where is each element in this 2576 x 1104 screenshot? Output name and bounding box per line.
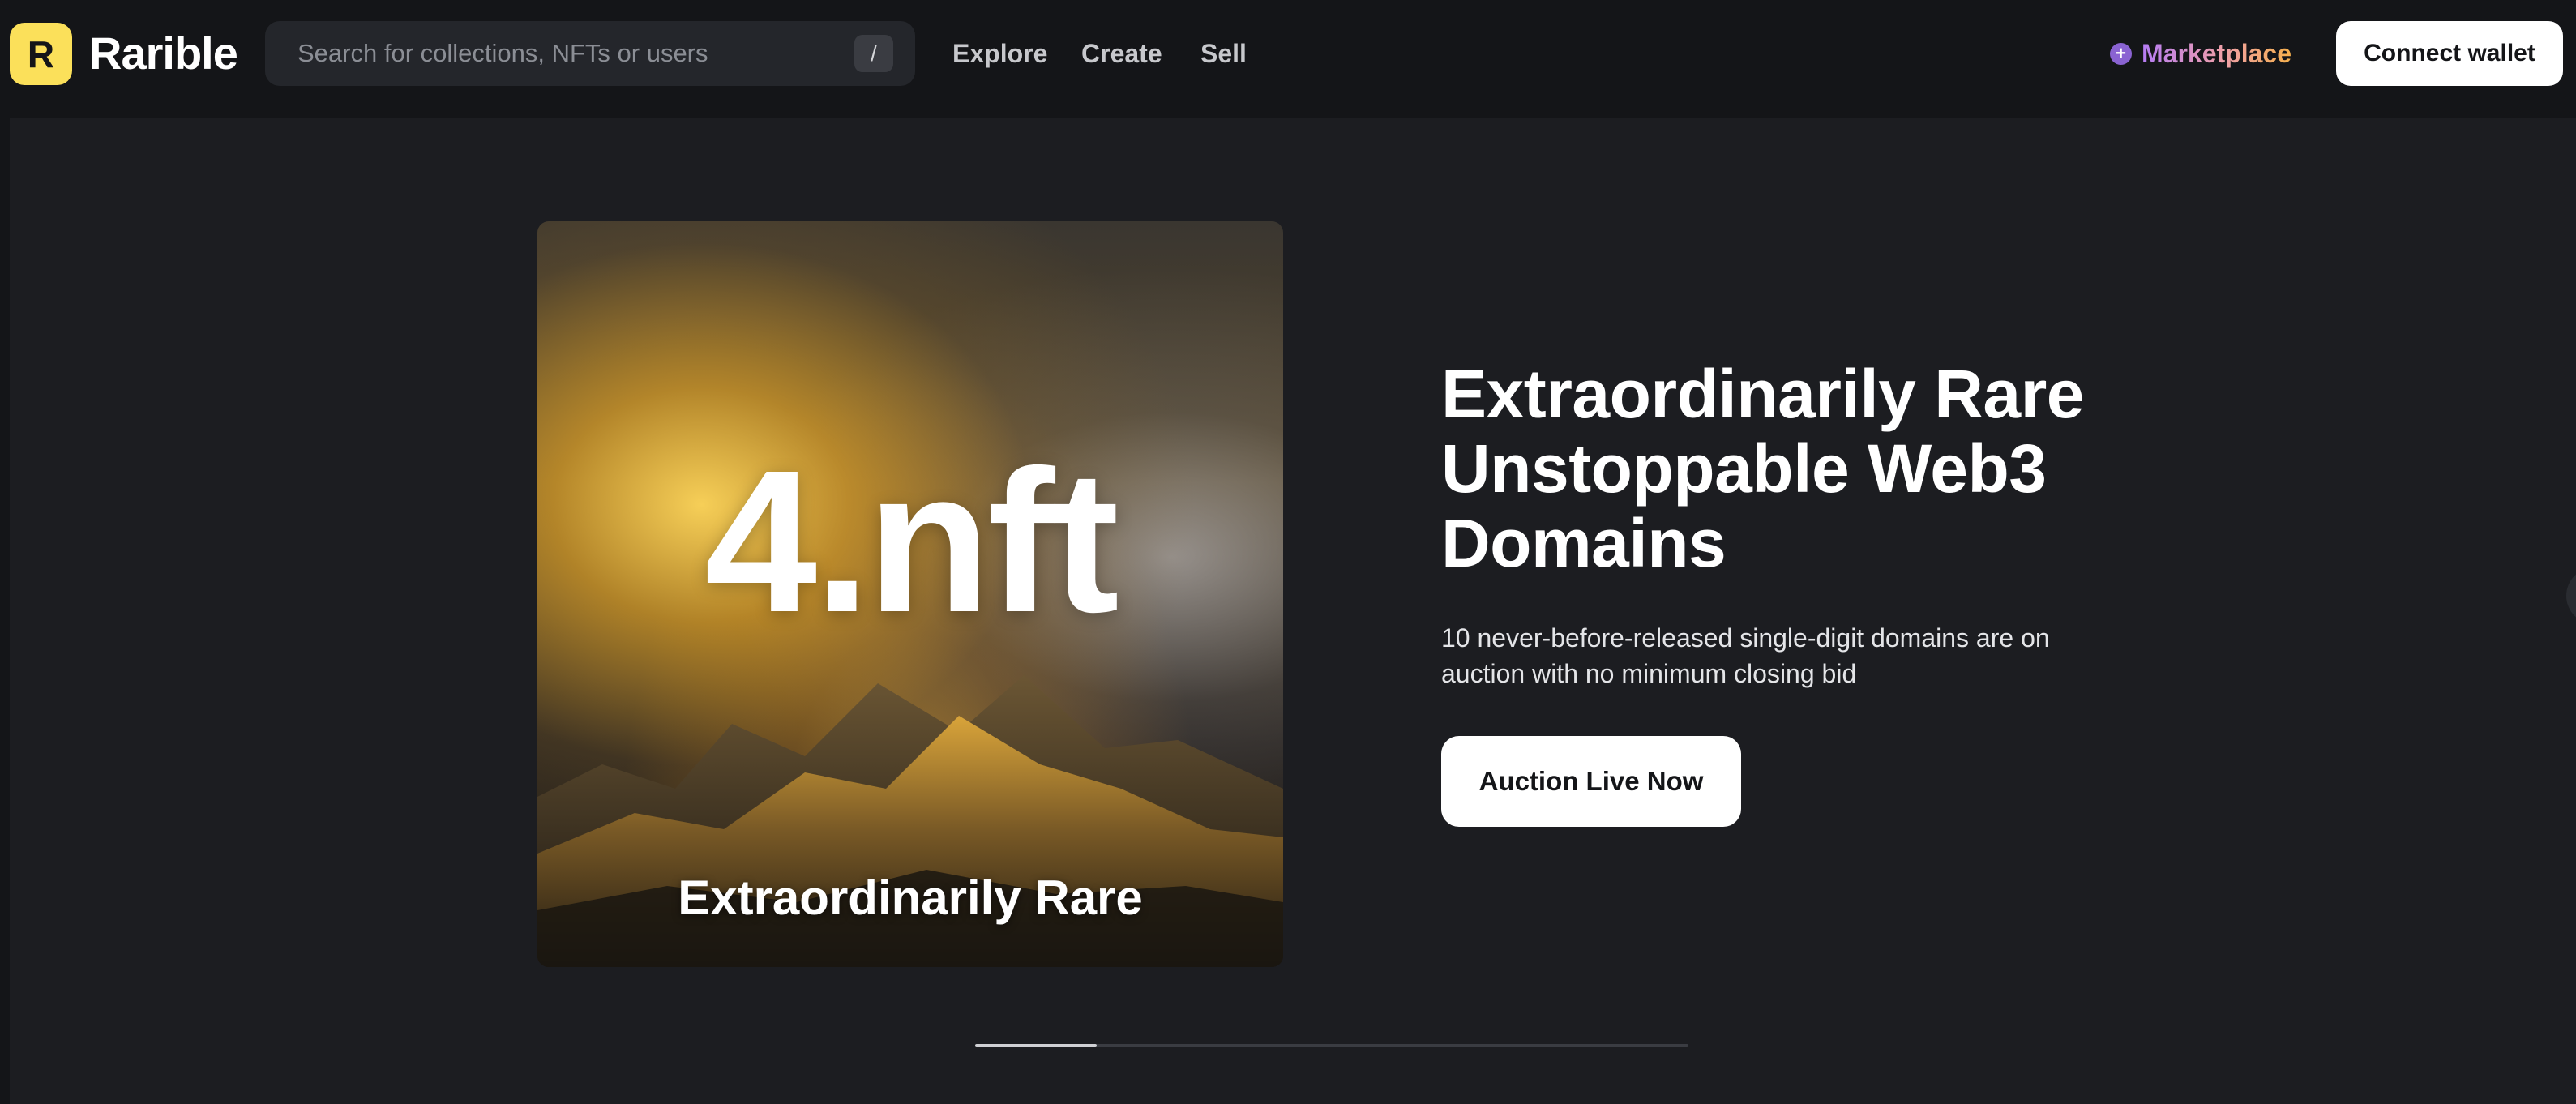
- search-input[interactable]: [297, 21, 832, 86]
- carousel-progress[interactable]: [975, 1044, 1688, 1047]
- hero-headline: Extraordinarily Rare Unstoppable Web3 Do…: [1441, 356, 2085, 581]
- plus-circle-icon: +: [2110, 42, 2132, 65]
- brand-name[interactable]: Rarible: [89, 27, 238, 80]
- logo-letter: R: [27, 32, 55, 75]
- hero-description: 10 never-before-released single-digit do…: [1441, 623, 2050, 688]
- top-navigation-bar: R Rarible / Explore Create Sell + Market…: [0, 0, 2576, 107]
- artwork-caption: Extraordinarily Rare: [678, 871, 1143, 925]
- auction-live-now-button[interactable]: Auction Live Now: [1441, 736, 1741, 827]
- carousel-progress-fill: [975, 1044, 1097, 1047]
- nav-sell[interactable]: Sell: [1200, 32, 1247, 75]
- marketplace-label: Marketplace: [2142, 38, 2291, 68]
- hero-artwork[interactable]: 4.nft Extraordinarily Rare: [537, 221, 1283, 967]
- search-bar[interactable]: /: [265, 21, 915, 86]
- nav-explore[interactable]: Explore: [952, 32, 1047, 75]
- search-shortcut-key: /: [854, 35, 893, 72]
- marketplace-link[interactable]: + Marketplace: [2110, 31, 2291, 76]
- artwork-title: 4.nft: [704, 428, 1119, 654]
- hero-section: [10, 118, 2576, 1104]
- rarible-logo[interactable]: R: [10, 23, 72, 85]
- nav-create[interactable]: Create: [1081, 32, 1162, 75]
- connect-wallet-button[interactable]: Connect wallet: [2336, 21, 2563, 86]
